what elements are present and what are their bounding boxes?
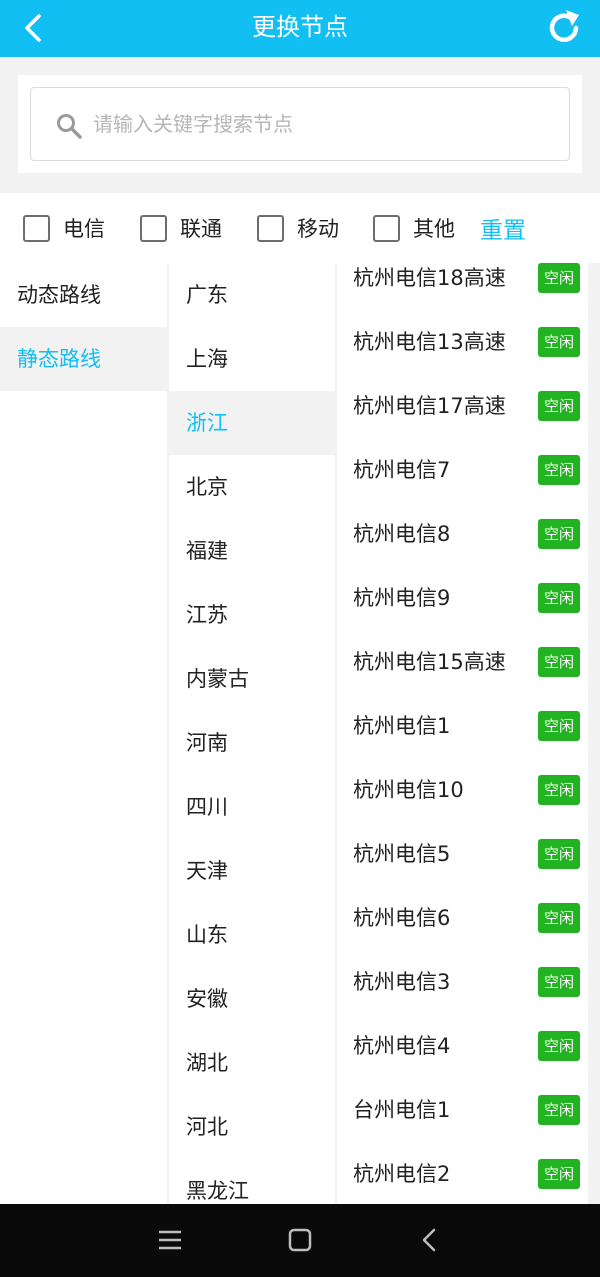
app-header: 更换节点 bbox=[0, 0, 600, 57]
node-name: 杭州电信9 bbox=[353, 586, 451, 610]
node-item[interactable]: 杭州电信3 空闲 bbox=[337, 950, 588, 1014]
search-input[interactable] bbox=[93, 106, 543, 142]
home-icon[interactable] bbox=[286, 1226, 314, 1254]
node-item[interactable]: 杭州电信15高速 空闲 bbox=[337, 630, 588, 694]
node-item[interactable]: 杭州电信17高速 空闲 bbox=[337, 374, 588, 438]
route-type-dynamic[interactable]: 动态路线 bbox=[0, 263, 167, 327]
node-name: 杭州电信13高速 bbox=[353, 330, 506, 354]
status-badge: 空闲 bbox=[538, 967, 580, 997]
province-list: 广东 上海 浙江 北京 福建 江苏 内蒙古 河南 四川 天津 山东 安徽 湖北 … bbox=[169, 263, 335, 1204]
back-icon[interactable] bbox=[416, 1226, 444, 1254]
node-name: 杭州电信2 bbox=[353, 1162, 451, 1186]
checkbox[interactable] bbox=[373, 214, 400, 242]
status-badge: 空闲 bbox=[538, 1031, 580, 1061]
status-badge: 空闲 bbox=[538, 839, 580, 869]
checkbox[interactable] bbox=[257, 214, 284, 242]
reset-button[interactable]: 重置 bbox=[480, 211, 526, 245]
province-item[interactable]: 山东 bbox=[169, 903, 335, 967]
status-badge: 空闲 bbox=[538, 391, 580, 421]
province-item[interactable]: 上海 bbox=[169, 327, 335, 391]
node-name: 杭州电信17高速 bbox=[353, 394, 506, 418]
status-badge: 空闲 bbox=[538, 711, 580, 741]
province-item[interactable]: 安徽 bbox=[169, 967, 335, 1031]
node-item[interactable]: 杭州电信6 空闲 bbox=[337, 886, 588, 950]
refresh-icon[interactable] bbox=[542, 6, 586, 50]
node-item[interactable]: 杭州电信2 空闲 bbox=[337, 1142, 588, 1204]
filter-label: 移动 bbox=[297, 217, 339, 241]
province-item[interactable]: 天津 bbox=[169, 839, 335, 903]
status-badge: 空闲 bbox=[538, 519, 580, 549]
node-item[interactable]: 杭州电信1 空闲 bbox=[337, 694, 588, 758]
node-name: 杭州电信4 bbox=[353, 1034, 451, 1058]
status-badge: 空闲 bbox=[538, 1095, 580, 1125]
province-item[interactable]: 福建 bbox=[169, 519, 335, 583]
province-item-selected[interactable]: 浙江 bbox=[169, 391, 335, 455]
checkbox[interactable] bbox=[140, 214, 167, 242]
search-icon bbox=[57, 114, 82, 139]
menu-icon[interactable] bbox=[156, 1226, 184, 1254]
search-panel bbox=[18, 75, 582, 173]
node-name: 杭州电信10 bbox=[353, 778, 464, 802]
status-badge: 空闲 bbox=[538, 1159, 580, 1189]
checkbox[interactable] bbox=[23, 214, 50, 242]
node-item[interactable]: 杭州电信7 空闲 bbox=[337, 438, 588, 502]
node-name: 台州电信1 bbox=[353, 1098, 451, 1122]
node-name: 杭州电信3 bbox=[353, 970, 451, 994]
node-item[interactable]: 杭州电信10 空闲 bbox=[337, 758, 588, 822]
province-item[interactable]: 湖北 bbox=[169, 1031, 335, 1095]
status-badge: 空闲 bbox=[538, 583, 580, 613]
status-badge: 空闲 bbox=[538, 455, 580, 485]
node-name: 杭州电信7 bbox=[353, 458, 451, 482]
province-item[interactable]: 四川 bbox=[169, 775, 335, 839]
filter-mobile[interactable]: 移动 bbox=[257, 214, 339, 242]
status-badge: 空闲 bbox=[538, 647, 580, 677]
search-box bbox=[30, 87, 570, 161]
province-item[interactable]: 内蒙古 bbox=[169, 647, 335, 711]
node-item[interactable]: 杭州电信9 空闲 bbox=[337, 566, 588, 630]
status-badge: 空闲 bbox=[538, 327, 580, 357]
status-badge: 空闲 bbox=[538, 263, 580, 293]
page-title: 更换节点 bbox=[252, 13, 348, 41]
province-item[interactable]: 江苏 bbox=[169, 583, 335, 647]
filter-telecom[interactable]: 电信 bbox=[23, 214, 105, 242]
filter-label: 其他 bbox=[413, 217, 455, 241]
node-item[interactable]: 杭州电信13高速 空闲 bbox=[337, 310, 588, 374]
node-item[interactable]: 台州电信1 空闲 bbox=[337, 1078, 588, 1142]
status-badge: 空闲 bbox=[538, 903, 580, 933]
node-item[interactable]: 杭州电信4 空闲 bbox=[337, 1014, 588, 1078]
route-type-list: 动态路线 静态路线 bbox=[0, 263, 167, 1204]
node-name: 杭州电信8 bbox=[353, 522, 451, 546]
node-name: 杭州电信15高速 bbox=[353, 650, 506, 674]
node-name: 杭州电信6 bbox=[353, 906, 451, 930]
system-nav-bar bbox=[0, 1204, 600, 1277]
province-item[interactable]: 广东 bbox=[169, 263, 335, 327]
province-item[interactable]: 河南 bbox=[169, 711, 335, 775]
province-item[interactable]: 北京 bbox=[169, 455, 335, 519]
status-badge: 空闲 bbox=[538, 775, 580, 805]
filter-unicom[interactable]: 联通 bbox=[140, 214, 222, 242]
node-item[interactable]: 杭州电信8 空闲 bbox=[337, 502, 588, 566]
province-item[interactable]: 黑龙江 bbox=[169, 1159, 335, 1204]
node-name: 杭州电信1 bbox=[353, 714, 451, 738]
node-list: 杭州电信18高速 空闲 杭州电信13高速 空闲 杭州电信17高速 空闲 杭州电信7 空闲… bbox=[337, 263, 588, 1204]
node-item[interactable]: 杭州电信18高速 空闲 bbox=[337, 263, 588, 310]
node-item[interactable]: 杭州电信5 空闲 bbox=[337, 822, 588, 886]
filter-label: 电信 bbox=[63, 217, 105, 241]
province-item[interactable]: 河北 bbox=[169, 1095, 335, 1159]
filter-other[interactable]: 其他 bbox=[373, 214, 455, 242]
route-type-static[interactable]: 静态路线 bbox=[0, 327, 167, 391]
filter-label: 联通 bbox=[180, 217, 222, 241]
node-name: 杭州电信5 bbox=[353, 842, 451, 866]
node-name: 杭州电信18高速 bbox=[353, 266, 506, 290]
